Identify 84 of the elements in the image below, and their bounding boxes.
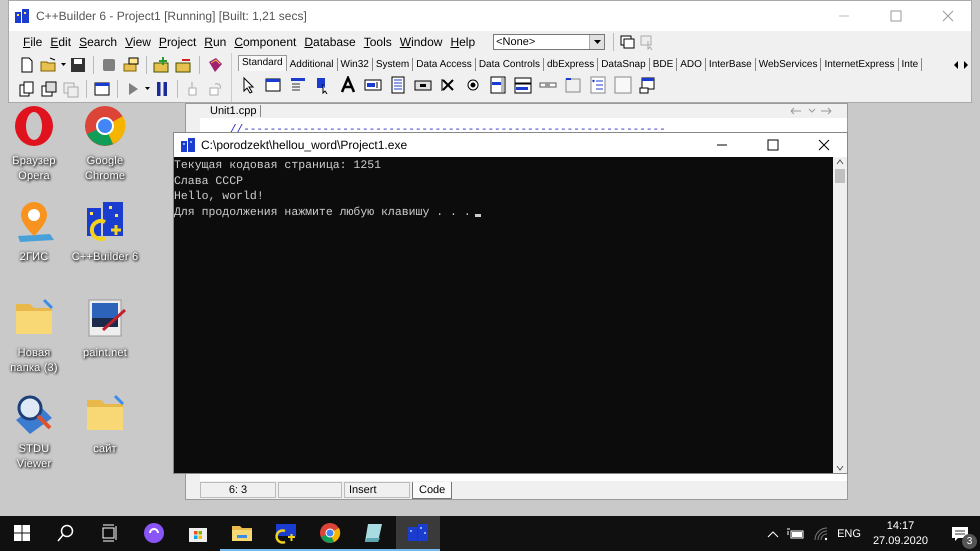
assistant-icon[interactable] bbox=[143, 522, 165, 544]
palette-tab[interactable]: Inte bbox=[898, 58, 922, 71]
clock[interactable]: 14:17 27.09.2020 bbox=[868, 518, 932, 548]
window-title: C:\porodzekt\hellou_word\Project1.exe bbox=[201, 138, 408, 152]
task-view-icon[interactable] bbox=[101, 524, 119, 542]
radio-group-icon[interactable] bbox=[589, 76, 607, 94]
close-icon[interactable] bbox=[818, 139, 830, 151]
menu-item[interactable]: Help bbox=[446, 33, 480, 51]
palette-tab[interactable]: InterBase bbox=[706, 58, 756, 71]
dropdown-caret-icon[interactable] bbox=[145, 87, 150, 91]
combobox-icon[interactable] bbox=[514, 76, 532, 94]
groupbox-icon[interactable] bbox=[564, 76, 582, 94]
menu-item[interactable]: View bbox=[121, 33, 155, 51]
menu-item[interactable]: Database bbox=[300, 33, 360, 51]
memo-icon[interactable] bbox=[389, 76, 407, 94]
menu-item[interactable]: Edit bbox=[46, 33, 76, 51]
add-to-project-icon[interactable] bbox=[153, 56, 171, 74]
cursor-position: 6: 3 bbox=[200, 482, 276, 498]
code-comment: //---------------------------------------------------------------- bbox=[230, 124, 666, 136]
app-icon bbox=[14, 8, 30, 24]
editor-tab[interactable]: Unit1.cpp bbox=[206, 105, 262, 117]
shortcut-icon bbox=[12, 104, 56, 148]
desktop-layout-icon[interactable] bbox=[618, 33, 636, 51]
frame-icon[interactable] bbox=[264, 76, 282, 94]
shortcut-icon bbox=[83, 104, 127, 148]
scroll-down-icon[interactable] bbox=[835, 463, 845, 473]
window-title: C++Builder 6 - Project1 [Running] [Built: 1,21 secs] bbox=[36, 9, 308, 23]
console-output-line: Для продолжения нажмите любую клавишу . . . bbox=[174, 204, 471, 220]
help-book-icon[interactable] bbox=[206, 56, 224, 74]
palette-tab[interactable]: InternetExpress bbox=[821, 58, 899, 71]
action-list-icon[interactable] bbox=[639, 76, 657, 94]
scroll-thumb[interactable] bbox=[835, 169, 845, 183]
dropdown-caret-icon[interactable] bbox=[61, 63, 66, 67]
save-icon[interactable] bbox=[69, 56, 87, 74]
menu-item[interactable]: Tools bbox=[360, 33, 396, 51]
toggle-form-unit-icon[interactable] bbox=[62, 80, 80, 98]
menu-item[interactable]: Run bbox=[200, 33, 230, 51]
language-indicator[interactable]: ENG bbox=[837, 528, 861, 540]
windows-start-icon[interactable] bbox=[14, 524, 30, 540]
palette-tab[interactable]: Standard bbox=[238, 55, 287, 71]
palette-tab[interactable]: WebServices bbox=[756, 58, 822, 71]
palette-tab[interactable]: Data Access bbox=[413, 58, 476, 71]
palette-tab[interactable]: Additional bbox=[286, 58, 338, 71]
new-form-icon[interactable] bbox=[93, 80, 111, 98]
configuration-dropdown[interactable]: <None> bbox=[493, 34, 606, 50]
palette-tab[interactable]: System bbox=[372, 58, 414, 71]
search-icon[interactable] bbox=[57, 524, 75, 542]
console-output-line: Hello, world! bbox=[174, 189, 264, 204]
vertical-scrollbar[interactable] bbox=[833, 157, 847, 473]
modified-status bbox=[278, 482, 342, 498]
listbox-icon[interactable] bbox=[489, 76, 507, 94]
menu-item[interactable]: File bbox=[19, 33, 46, 51]
maximize-icon[interactable] bbox=[767, 139, 779, 151]
code-tab[interactable]: Code bbox=[412, 482, 452, 498]
palette-tab[interactable]: DataSnap bbox=[598, 58, 650, 71]
palette-tab[interactable]: BDE bbox=[650, 58, 678, 71]
palette-tab[interactable]: Data Controls bbox=[476, 58, 544, 71]
text-cursor bbox=[474, 214, 481, 217]
view-form-icon[interactable] bbox=[40, 80, 58, 98]
menu-item[interactable]: Project bbox=[154, 33, 200, 51]
view-unit-icon[interactable] bbox=[18, 80, 36, 98]
menu-item[interactable]: Window bbox=[396, 33, 446, 51]
open-folder-icon[interactable] bbox=[40, 56, 58, 74]
app-icon bbox=[180, 137, 196, 153]
palette-tab[interactable]: Win32 bbox=[338, 58, 373, 71]
scroll-right-icon[interactable] bbox=[961, 59, 971, 71]
chevron-up-icon[interactable] bbox=[767, 528, 780, 538]
wifi-icon[interactable] bbox=[813, 526, 830, 540]
console-output-line: Слава СССР bbox=[174, 174, 244, 189]
remove-from-project-icon[interactable] bbox=[175, 56, 193, 74]
palette-tab[interactable]: ADO bbox=[677, 58, 706, 71]
palette-tab[interactable]: dbExpress bbox=[544, 58, 598, 71]
taskbar-app-icon[interactable] bbox=[318, 520, 342, 544]
open-project-icon[interactable] bbox=[122, 56, 140, 74]
panel-icon[interactable] bbox=[614, 76, 632, 94]
menu-item[interactable]: Component bbox=[230, 33, 300, 51]
insert-mode: Insert bbox=[344, 482, 410, 498]
console-output-line: Текущая кодовая страница: 1251 bbox=[174, 158, 382, 174]
dropdown-caret-icon bbox=[594, 40, 601, 44]
scroll-up-icon[interactable] bbox=[835, 157, 845, 167]
notification-count-badge: 3 bbox=[962, 534, 977, 549]
label-tool-icon[interactable] bbox=[339, 76, 357, 94]
menu-item[interactable]: Search bbox=[75, 33, 122, 51]
battery-icon[interactable] bbox=[787, 528, 806, 540]
